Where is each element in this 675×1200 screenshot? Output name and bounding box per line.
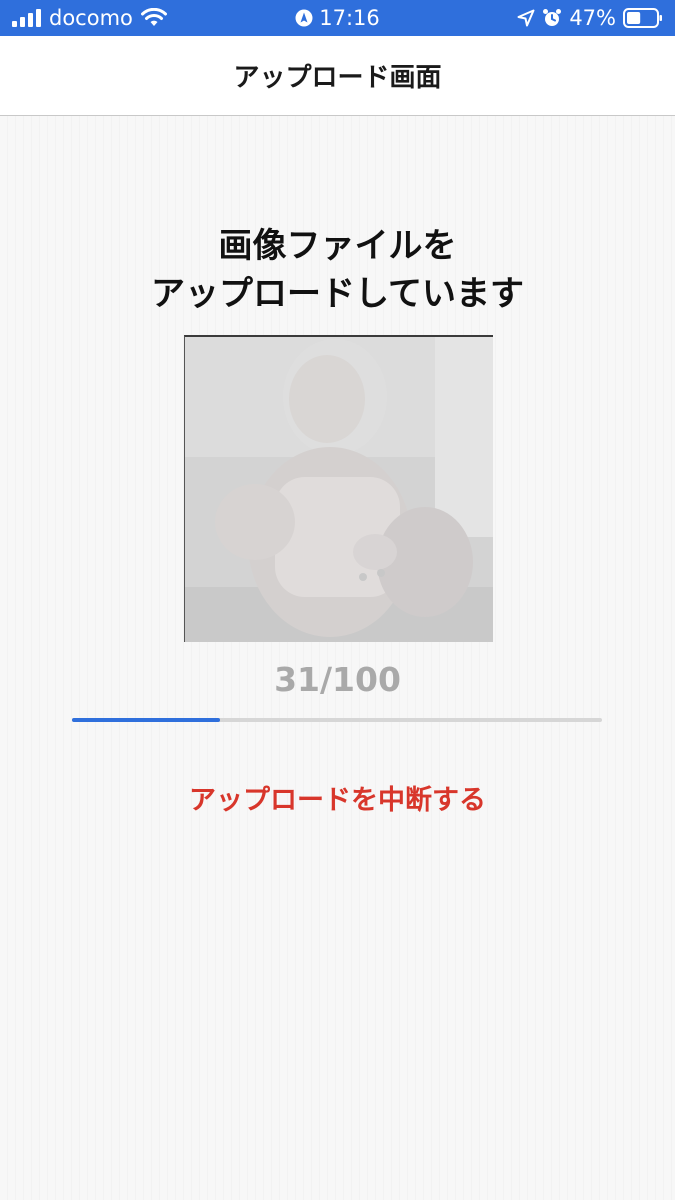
navigation-icon <box>295 9 313 27</box>
baby-photo-image <box>185 337 493 642</box>
upload-progress-bar <box>72 718 602 722</box>
upload-heading-line-1: 画像ファイルを <box>218 226 457 266</box>
upload-progress-fill <box>72 718 220 722</box>
status-bar: docomo 17:16 47% <box>0 0 675 36</box>
upload-heading: 画像ファイルを アップロードしています <box>0 222 675 318</box>
battery-icon <box>623 8 662 28</box>
page-title: アップロード画面 <box>233 63 442 93</box>
location-arrow-icon <box>517 9 535 27</box>
cancel-upload-button[interactable]: アップロードを中断する <box>0 778 675 817</box>
uploading-photo-thumbnail <box>184 335 493 642</box>
battery-percent: 47% <box>569 6 616 30</box>
status-right: 47% <box>510 0 663 36</box>
upload-heading-line-2: アップロードしています <box>151 274 524 314</box>
upload-progress-counter: 31/100 <box>274 660 401 699</box>
status-time: 17:16 <box>319 6 380 30</box>
navigation-bar: アップロード画面 <box>0 36 675 116</box>
alarm-icon <box>543 9 562 26</box>
